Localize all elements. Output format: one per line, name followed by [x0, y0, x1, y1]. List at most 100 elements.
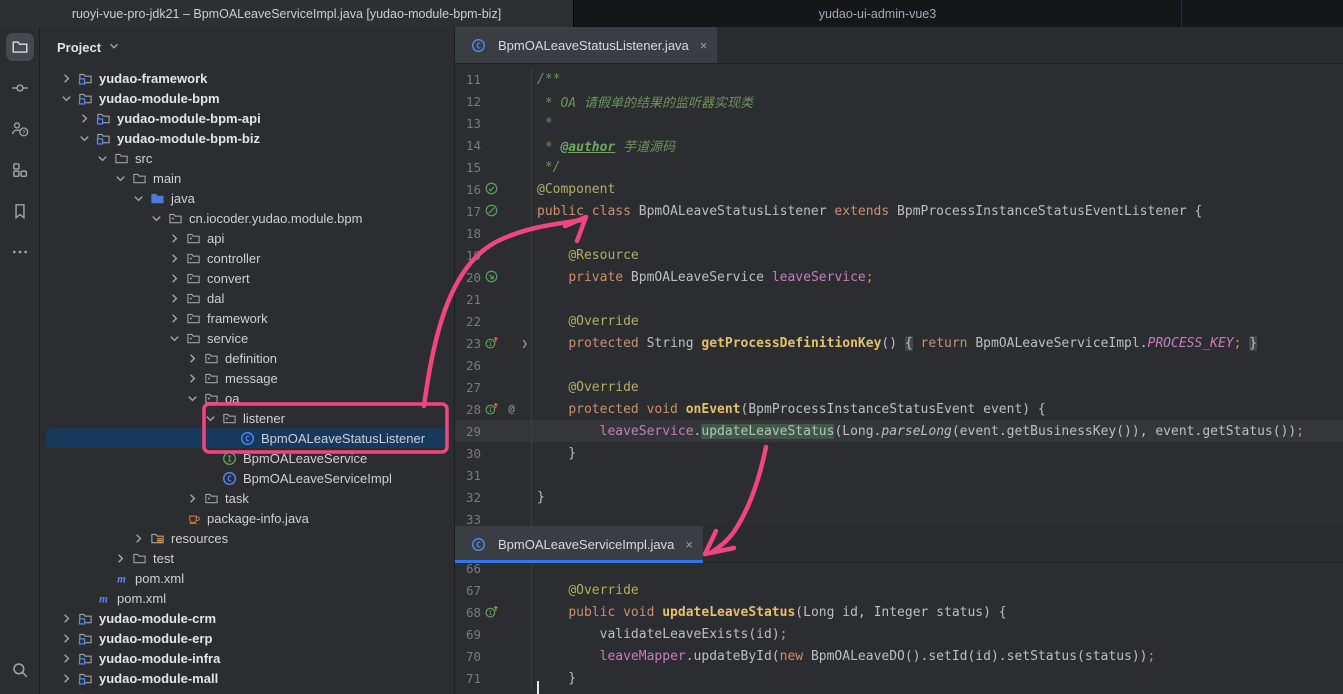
tree-item-yudao-framework[interactable]: yudao-framework [40, 68, 454, 88]
at-icon[interactable]: @ [504, 401, 521, 417]
tree-item-convert[interactable]: convert [40, 268, 454, 288]
bean-icon[interactable] [484, 203, 501, 219]
window-tab-inactive[interactable]: yudao-ui-admin-vue3 [573, 0, 1182, 27]
chevron-down-icon [107, 39, 121, 56]
tree-item-dal[interactable]: dal [40, 288, 454, 308]
tree-item-label: message [225, 371, 278, 386]
chevron-right-icon[interactable] [183, 490, 201, 506]
chevron-right-icon[interactable] [183, 370, 201, 386]
chevron-right-icon[interactable] [165, 250, 183, 266]
svg-text:C: C [476, 540, 481, 549]
tree-item-bpmoaleaveservice[interactable]: IBpmOALeaveService [40, 448, 454, 468]
close-icon[interactable]: × [700, 38, 708, 53]
close-icon[interactable]: × [685, 537, 693, 552]
bean-arrow-icon[interactable] [484, 269, 501, 285]
tree-item-message[interactable]: message [40, 368, 454, 388]
chevron-right-icon[interactable] [165, 290, 183, 306]
tree-item-src[interactable]: src [40, 148, 454, 168]
tree-item-yudao-module-bpm[interactable]: yudao-module-bpm [40, 88, 454, 108]
tree-item-pom-xml[interactable]: mpom.xml [40, 588, 454, 608]
tree-item-label: yudao-module-erp [99, 631, 212, 646]
editor-tab-serviceimpl[interactable]: C BpmOALeaveServiceImpl.java × [455, 526, 703, 562]
chevron-right-icon[interactable] [57, 610, 75, 626]
tree-item-resources[interactable]: resources [40, 528, 454, 548]
search-icon[interactable] [6, 656, 34, 684]
code-line-18: 18 [455, 222, 1343, 244]
chevron-right-icon[interactable] [57, 630, 75, 646]
tree-item-oa[interactable]: oa [40, 388, 454, 408]
chevron-down-icon[interactable] [147, 210, 165, 226]
more-icon[interactable] [6, 238, 34, 266]
tree-item-service[interactable]: service [40, 328, 454, 348]
tree-item-bpmoaleavestatuslistener[interactable]: CBpmOALeaveStatusListener [40, 428, 454, 448]
tree-item-task[interactable]: task [40, 488, 454, 508]
window-tab-active[interactable]: ruoyi-vue-pro-jdk21 – BpmOALeaveServiceI… [0, 0, 573, 27]
chevron-down-icon[interactable] [93, 150, 111, 166]
override-icon[interactable]: I [484, 401, 501, 417]
tree-item-main[interactable]: main [40, 168, 454, 188]
editor-serviceimpl[interactable]: 6667 @Override68I public void updateLeav… [455, 563, 1343, 694]
tree-item-package-info-java[interactable]: package-info.java [40, 508, 454, 528]
tree-item-partial[interactable] [40, 688, 454, 694]
chevron-right-icon[interactable] [75, 110, 93, 126]
svg-text:C: C [227, 474, 232, 483]
chevron-down-icon[interactable] [57, 90, 75, 106]
chevron-down-icon[interactable] [165, 330, 183, 346]
chevron-right-icon[interactable] [57, 650, 75, 666]
tree-item-yudao-module-crm[interactable]: yudao-module-crm [40, 608, 454, 628]
chevron-down-icon[interactable] [111, 170, 129, 186]
bean-check-icon[interactable] [484, 181, 501, 197]
tree-item-yudao-module-erp[interactable]: yudao-module-erp [40, 628, 454, 648]
svg-text:@: @ [508, 403, 514, 415]
tree-item-test[interactable]: test [40, 548, 454, 568]
chevron-right-icon[interactable] [165, 310, 183, 326]
editor-listener[interactable]: 11/**12 * OA 请假单的结果的监听器实现类13 *14 * @auth… [455, 64, 1343, 526]
chevron-right-icon[interactable] [183, 350, 201, 366]
tree-item-api[interactable]: api [40, 228, 454, 248]
folder-icon [131, 550, 148, 566]
chevron-right-icon[interactable] [129, 530, 147, 546]
tree-item-yudao-module-bpm-biz[interactable]: yudao-module-bpm-biz [40, 128, 454, 148]
tree-item-label: framework [207, 311, 268, 326]
chevron-down-icon[interactable] [129, 190, 147, 206]
chevron-right-icon[interactable] [165, 230, 183, 246]
chevron-down-icon[interactable] [201, 410, 219, 426]
tree-item-yudao-module-infra[interactable]: yudao-module-infra [40, 648, 454, 668]
tree-item-cn-iocoder-yudao-module-bpm[interactable]: cn.iocoder.yudao.module.bpm [40, 208, 454, 228]
chevron-right-icon[interactable] [57, 670, 75, 686]
chevron-down-icon[interactable] [75, 130, 93, 146]
chevron-down-icon[interactable] [183, 390, 201, 406]
tree-item-yudao-module-bpm-api[interactable]: yudao-module-bpm-api [40, 108, 454, 128]
line-number: 14 [455, 138, 481, 153]
chevron-right-icon[interactable] [165, 270, 183, 286]
fold-chevron-icon[interactable]: ❯ [521, 337, 528, 350]
line-number: 12 [455, 94, 481, 109]
editor-gutter: 27 [455, 376, 532, 398]
tree-item-listener[interactable]: listener [40, 408, 454, 428]
tree-item-yudao-module-mall[interactable]: yudao-module-mall [40, 668, 454, 688]
tree-item-controller[interactable]: controller [40, 248, 454, 268]
tree-item-definition[interactable]: definition [40, 348, 454, 368]
tree-item-pom-xml[interactable]: mpom.xml [40, 568, 454, 588]
structure-icon[interactable] [6, 156, 34, 184]
tree-item-label: definition [225, 351, 277, 366]
code-text: protected void onEvent(BpmProcessInstanc… [532, 402, 1046, 417]
editor-tab-listener[interactable]: C BpmOALeaveStatusListener.java × [455, 27, 717, 63]
override-icon[interactable]: I [484, 335, 501, 351]
tree-item-framework[interactable]: framework [40, 308, 454, 328]
bookmarks-icon[interactable] [6, 197, 34, 225]
tree-item-java[interactable]: java [40, 188, 454, 208]
pull-requests-icon[interactable]: ? [6, 115, 34, 143]
commit-icon[interactable] [6, 74, 34, 102]
chevron-right-icon[interactable] [57, 70, 75, 86]
editor-gutter: 16 [455, 178, 532, 200]
chevron-right-icon[interactable] [111, 550, 129, 566]
tree-item-label: yudao-module-bpm [99, 91, 220, 106]
code-text: /** [532, 72, 560, 87]
project-folder-icon[interactable] [6, 33, 34, 61]
tree-item-bpmoaleaveserviceimpl[interactable]: CBpmOALeaveServiceImpl [40, 468, 454, 488]
project-view-header[interactable]: Project [40, 27, 454, 68]
chevron-right-icon[interactable] [57, 690, 75, 694]
tree-item-label: controller [207, 251, 260, 266]
override-icon[interactable]: I [484, 604, 501, 620]
